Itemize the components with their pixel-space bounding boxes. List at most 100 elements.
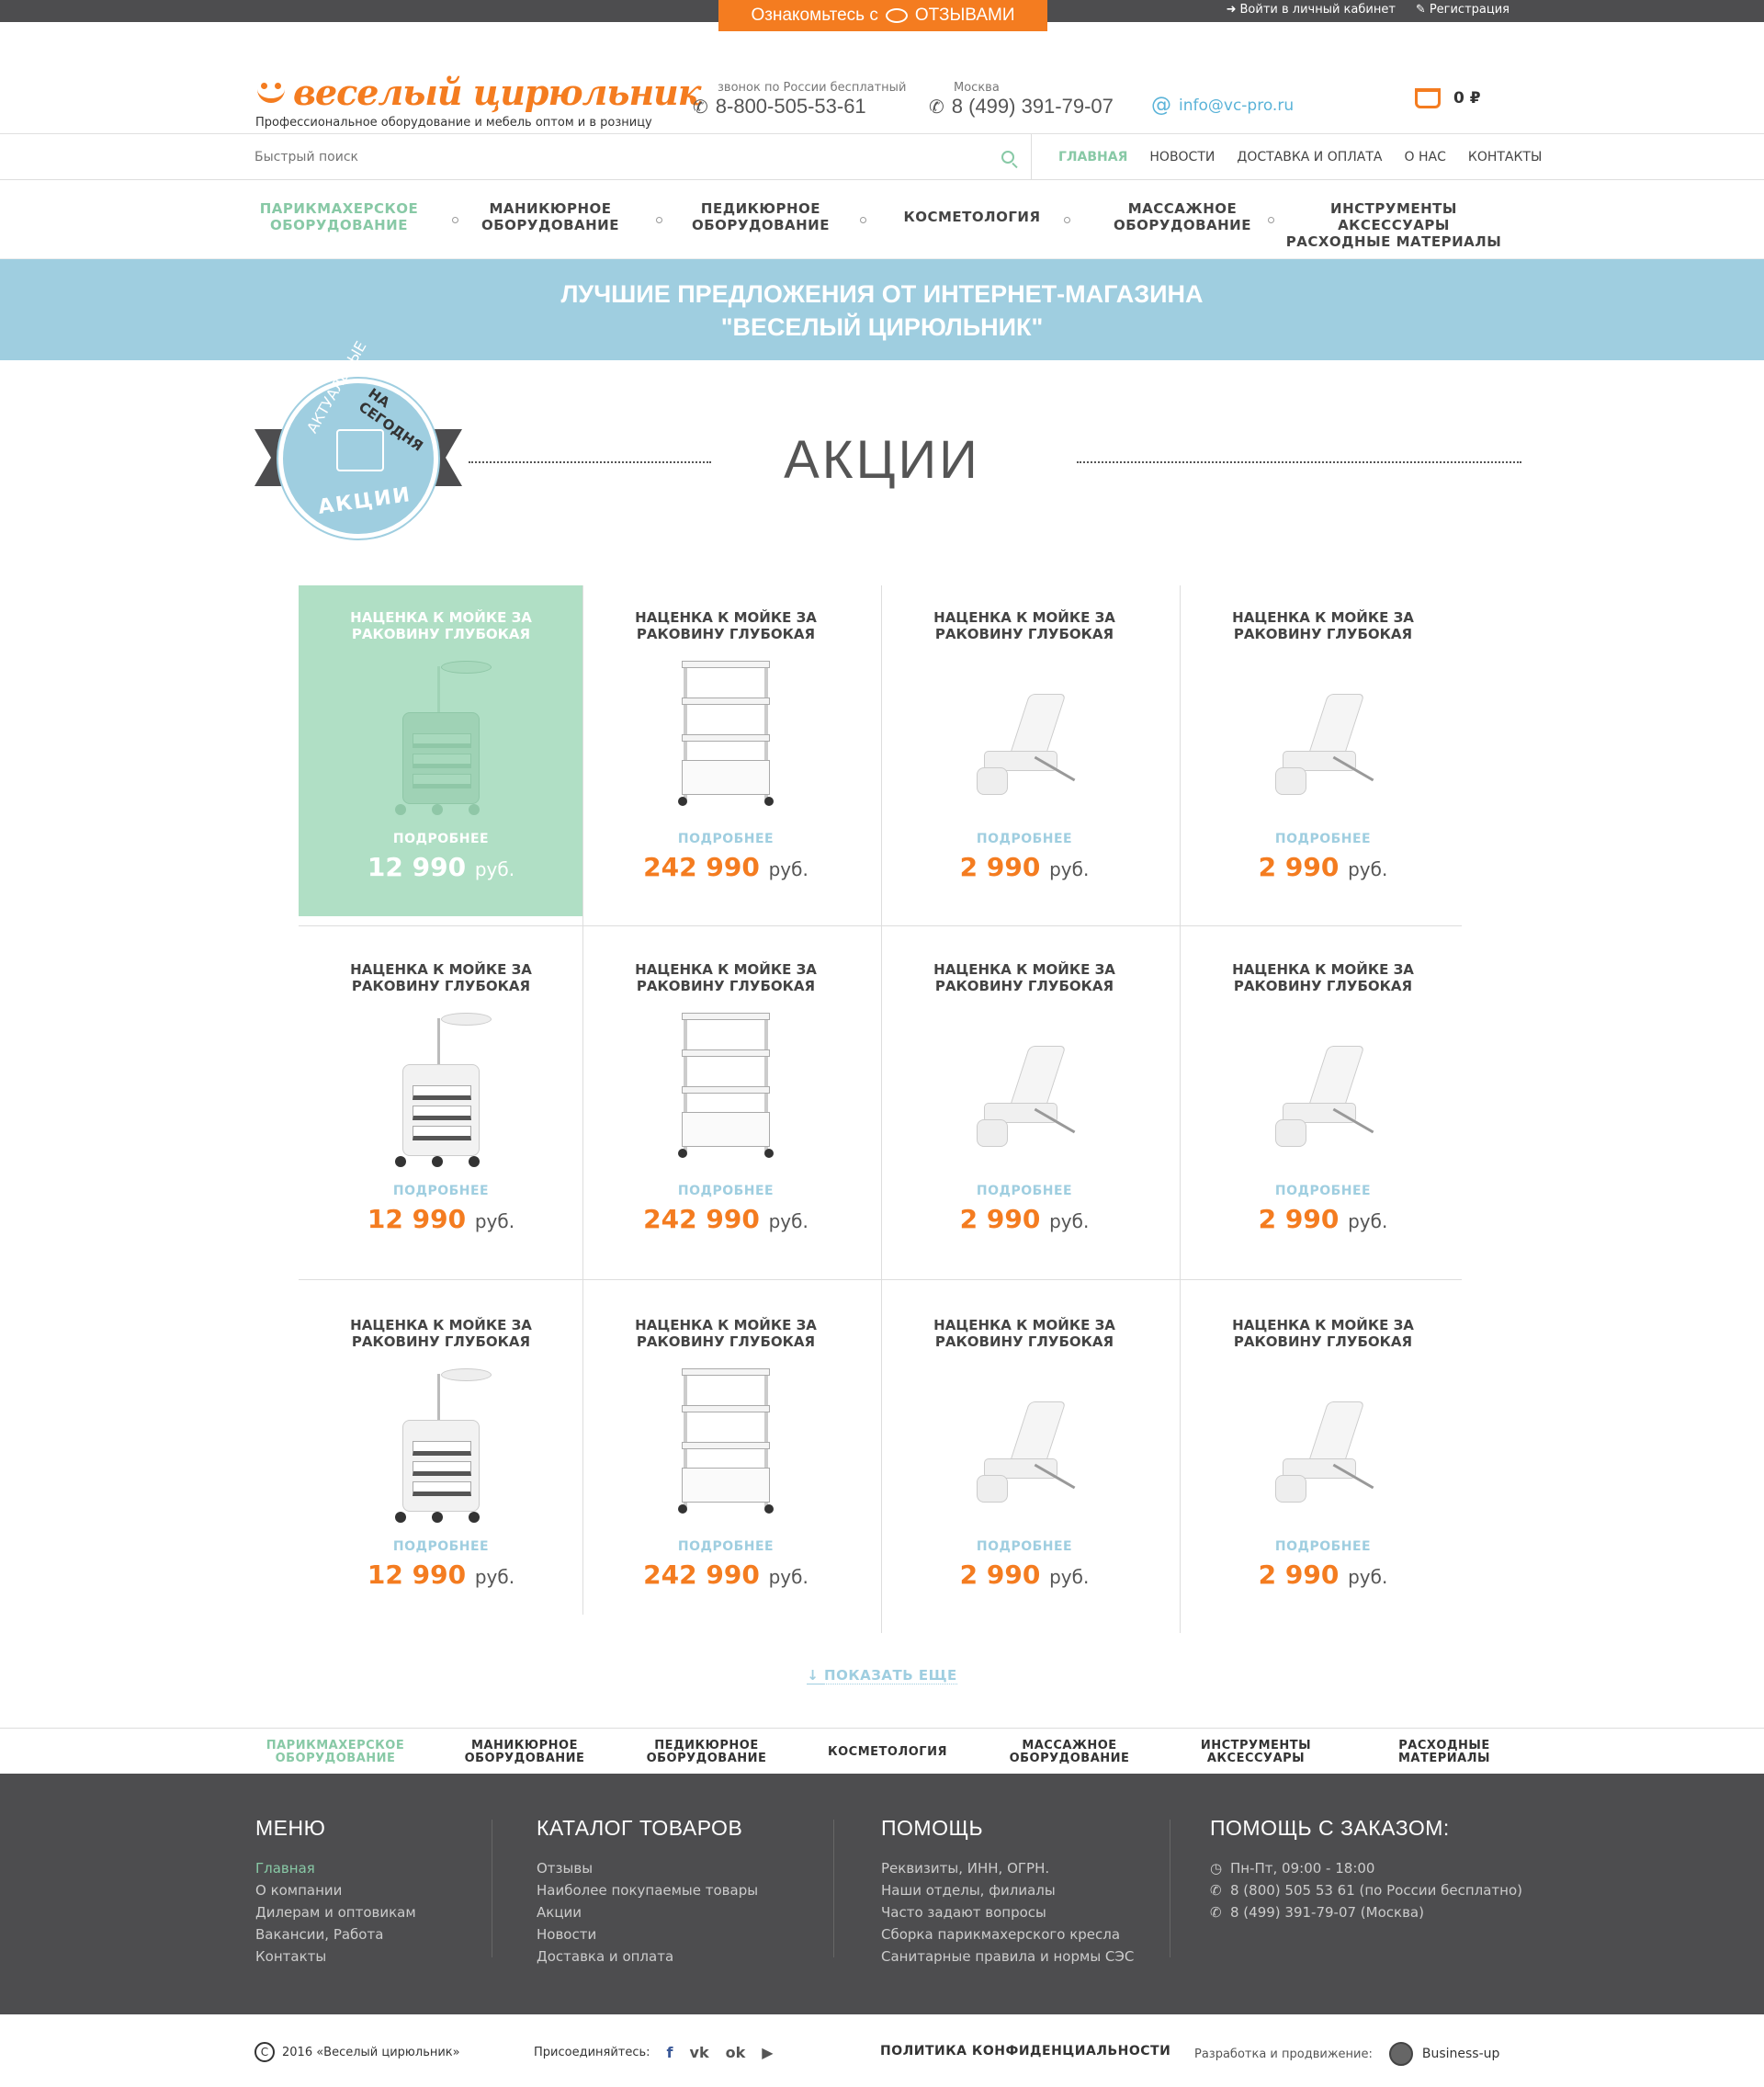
product-image[interactable] — [377, 1365, 505, 1530]
more-link[interactable]: ПОДРОБНЕЕ — [299, 1184, 583, 1198]
product-price: 2 990 руб. — [1181, 852, 1465, 882]
cat-label: РАСХОДНЫЕ МАТЕРИАЛЫ — [1285, 233, 1502, 250]
more-link[interactable]: ПОДРОБНЕЕ — [1181, 1539, 1465, 1554]
product-image[interactable] — [662, 657, 790, 822]
cat-manicure[interactable]: МАНИКЮРНОЕ ОБОРУДОВАНИЕ — [454, 200, 647, 233]
reviews-promo-button[interactable]: Ознакомьтесь с ОТЗЫВАМИ — [718, 0, 1047, 31]
product-image[interactable] — [960, 1365, 1089, 1530]
nav-contacts[interactable]: КОНТАКТЫ — [1468, 150, 1542, 164]
phone-moscow-number[interactable]: 8 (499) 391-79-07 — [952, 95, 1114, 119]
product-card[interactable]: НАЦЕНКА К МОЙКЕ ЗА РАКОВИНУ ГЛУБОКАЯ ПОДРО… — [882, 585, 1167, 916]
footer-menu: МЕНЮ Главная О компании Дилерам и оптови… — [255, 1816, 416, 1968]
product-card[interactable]: НАЦЕНКА К МОЙКЕ ЗА РАКОВИНУ ГЛУБОКАЯ ПОДРО… — [583, 937, 868, 1268]
more-link[interactable]: ПОДРОБНЕЕ — [1181, 832, 1465, 846]
more-link[interactable]: ПОДРОБНЕЕ — [1181, 1184, 1465, 1198]
cat2-consumables[interactable]: РАСХОДНЫЕ МАТЕРИАЛЫ — [1352, 1740, 1536, 1765]
cat-hairdressing[interactable]: ПАРИКМАХЕРСКОЕ ОБОРУДОВАНИЕ — [243, 200, 435, 233]
product-card[interactable]: НАЦЕНКА К МОЙКЕ ЗА РАКОВИНУ ГЛУБОКАЯ ПОДРО… — [882, 1293, 1167, 1624]
cart-button[interactable]: 0 ₽ — [1415, 88, 1481, 108]
more-link[interactable]: ПОДРОБНЕЕ — [299, 832, 583, 846]
product-card[interactable]: НАЦЕНКА К МОЙКЕ ЗА РАКОВИНУ ГЛУБОКАЯ ПОДРО… — [1181, 937, 1465, 1268]
more-link[interactable]: ПОДРОБНЕЕ — [882, 832, 1167, 846]
footer-link[interactable]: Наиболее покупаемые товары — [537, 1879, 758, 1901]
cat-label: ПАРИКМАХЕРСКОЕ — [259, 200, 419, 217]
product-card[interactable]: НАЦЕНКА К МОЙКЕ ЗА РАКОВИНУ ГЛУБОКАЯ ПОДРО… — [583, 1293, 868, 1624]
product-image[interactable] — [1259, 1365, 1387, 1530]
product-image[interactable] — [662, 1009, 790, 1174]
cat2-hairdressing[interactable]: ПАРИКМАХЕРСКОЕ ОБОРУДОВАНИЕ — [243, 1740, 427, 1765]
footer-link[interactable]: Доставка и оплата — [537, 1945, 758, 1968]
footer-link[interactable]: Часто задают вопросы — [881, 1901, 1134, 1923]
more-link[interactable]: ПОДРОБНЕЕ — [299, 1539, 583, 1554]
more-link[interactable]: ПОДРОБНЕЕ — [882, 1539, 1167, 1554]
product-name: НАЦЕНКА К МОЙКЕ ЗА РАКОВИНУ ГЛУБОКАЯ — [299, 609, 583, 642]
footer-link[interactable]: Контакты — [255, 1945, 416, 1968]
cat2-pedicure[interactable]: ПЕДИКЮРНОЕ ОБОРУДОВАНИЕ — [615, 1740, 798, 1765]
footer-link[interactable]: Новости — [537, 1923, 758, 1945]
search-icon[interactable] — [1001, 151, 1014, 164]
product-price: 2 990 руб. — [1181, 1560, 1465, 1590]
nav-delivery[interactable]: ДОСТАВКА И ОПЛАТА — [1237, 150, 1382, 164]
product-price: 242 990 руб. — [583, 1204, 868, 1234]
footer-link[interactable]: Акции — [537, 1901, 758, 1923]
product-card[interactable]: НАЦЕНКА К МОЙКЕ ЗА РАКОВИНУ ГЛУБОКАЯ ПОДРО… — [1181, 585, 1465, 916]
email-link[interactable]: @ info@vc-pro.ru — [1151, 94, 1294, 117]
cat-tools[interactable]: ИНСТРУМЕНТЫ АКСЕССУАРЫ РАСХОДНЫЕ МАТЕРИАЛ… — [1282, 200, 1506, 250]
site-logo[interactable]: веселый цирюльник — [254, 72, 701, 113]
footer-phone-free[interactable]: ✆ 8 (800) 505 53 61 (по России бесплатно) — [1210, 1879, 1522, 1901]
footer-link[interactable]: Сборка парикмахерского кресла — [881, 1923, 1134, 1945]
privacy-policy-link[interactable]: ПОЛИТИКА КОНФИДЕНЦИАЛЬНОСТИ — [880, 2044, 1170, 2059]
footer-link[interactable]: Вакансии, Работа — [255, 1923, 416, 1945]
show-more-button[interactable]: ↓ ПОКАЗАТЬ ЕЩЕ — [0, 1667, 1764, 1684]
footer-link[interactable]: Санитарные правила и нормы СЭС — [881, 1945, 1134, 1968]
login-link[interactable]: ➜ Войти в личный кабинет — [1227, 3, 1396, 17]
nav-news[interactable]: НОВОСТИ — [1149, 150, 1215, 164]
product-name-line: НАЦЕНКА К МОЙКЕ ЗА — [350, 609, 532, 626]
vk-icon[interactable]: vk — [690, 2044, 709, 2061]
hours-text: Пн-Пт, 09:00 - 18:00 — [1230, 1860, 1375, 1877]
product-image[interactable] — [662, 1365, 790, 1530]
price-value: 2 990 — [959, 1204, 1041, 1234]
price-currency: руб. — [768, 1210, 808, 1232]
cat2-massage[interactable]: МАССАЖНОЕ ОБОРУДОВАНИЕ — [978, 1740, 1161, 1765]
product-card[interactable]: НАЦЕНКА К МОЙКЕ ЗА РАКОВИНУ ГЛУБОКАЯ ПОДРО… — [299, 1293, 583, 1624]
more-link[interactable]: ПОДРОБНЕЕ — [583, 1539, 868, 1554]
developer-link[interactable]: Business-up — [1388, 2042, 1499, 2066]
cat2-cosmetology[interactable]: КОСМЕТОЛОГИЯ — [796, 1746, 979, 1759]
nav-home[interactable]: ГЛАВНАЯ — [1058, 150, 1127, 164]
cat-pedicure[interactable]: ПЕДИКЮРНОЕ ОБОРУДОВАНИЕ — [664, 200, 857, 233]
register-link[interactable]: ✎ Регистрация — [1416, 3, 1510, 17]
footer-phone-moscow[interactable]: ✆ 8 (499) 391-79-07 (Москва) — [1210, 1901, 1522, 1923]
product-image[interactable] — [377, 657, 505, 822]
search-input[interactable] — [254, 150, 898, 164]
product-image[interactable] — [377, 1009, 505, 1174]
product-card[interactable]: НАЦЕНКА К МОЙКЕ ЗА РАКОВИНУ ГЛУБОКАЯ ПОДРО… — [299, 585, 583, 916]
footer-link[interactable]: О компании — [255, 1879, 416, 1901]
product-card[interactable]: НАЦЕНКА К МОЙКЕ ЗА РАКОВИНУ ГЛУБОКАЯ ПОДРО… — [299, 937, 583, 1268]
product-image[interactable] — [960, 1009, 1089, 1174]
phone-free-number[interactable]: 8-800-505-53-61 — [716, 95, 866, 119]
youtube-icon[interactable]: ▶ — [762, 2044, 773, 2061]
cat-cosmetology[interactable]: КОСМЕТОЛОГИЯ — [876, 209, 1069, 225]
product-image[interactable] — [960, 657, 1089, 822]
cat-massage[interactable]: МАССАЖНОЕ ОБОРУДОВАНИЕ — [1086, 200, 1279, 233]
footer-link[interactable]: Дилерам и оптовикам — [255, 1901, 416, 1923]
footer-link[interactable]: Реквизиты, ИНН, ОГРН. — [881, 1857, 1134, 1879]
footer-link[interactable]: Главная — [255, 1857, 416, 1879]
product-card[interactable]: НАЦЕНКА К МОЙКЕ ЗА РАКОВИНУ ГЛУБОКАЯ ПОДРО… — [882, 937, 1167, 1268]
nav-about[interactable]: О НАС — [1405, 150, 1446, 164]
odnoklassniki-icon[interactable]: ok — [726, 2044, 746, 2061]
footer-link[interactable]: Наши отделы, филиалы — [881, 1879, 1134, 1901]
product-card[interactable]: НАЦЕНКА К МОЙКЕ ЗА РАКОВИНУ ГЛУБОКАЯ ПОДРО… — [1181, 1293, 1465, 1624]
product-image[interactable] — [1259, 657, 1387, 822]
product-image[interactable] — [1259, 1009, 1387, 1174]
more-link[interactable]: ПОДРОБНЕЕ — [882, 1184, 1167, 1198]
more-link[interactable]: ПОДРОБНЕЕ — [583, 832, 868, 846]
separator-dot — [1268, 217, 1274, 223]
product-card[interactable]: НАЦЕНКА К МОЙКЕ ЗА РАКОВИНУ ГЛУБОКАЯ ПОДРО… — [583, 585, 868, 916]
cat2-manicure[interactable]: МАНИКЮРНОЕ ОБОРУДОВАНИЕ — [433, 1740, 616, 1765]
more-link[interactable]: ПОДРОБНЕЕ — [583, 1184, 868, 1198]
facebook-icon[interactable]: f — [667, 2044, 673, 2061]
cat2-tools[interactable]: ИНСТРУМЕНТЫ АКСЕССУАРЫ — [1164, 1740, 1348, 1765]
footer-link[interactable]: Отзывы — [537, 1857, 758, 1879]
